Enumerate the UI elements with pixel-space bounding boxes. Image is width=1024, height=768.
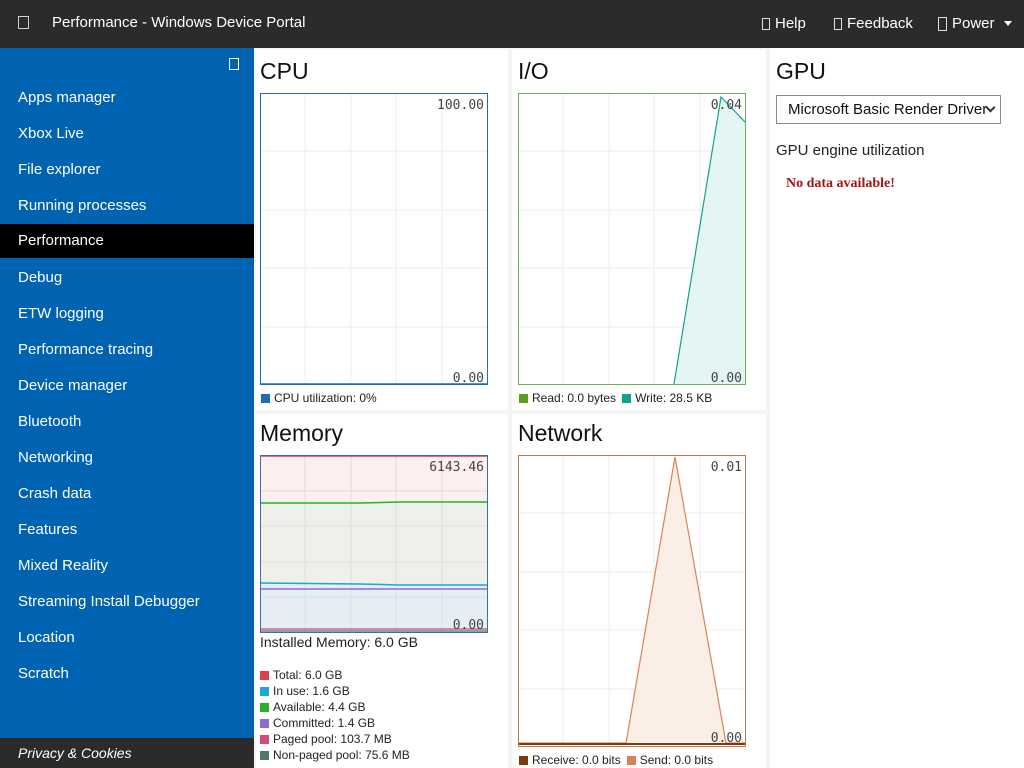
power-button[interactable]: Power <box>938 15 1012 32</box>
memory-min-label: 0.00 <box>453 618 484 633</box>
network-send-area <box>626 457 726 743</box>
io-write-area <box>674 97 746 384</box>
io-write-label: Write: 28.5 KB <box>635 391 713 405</box>
io-read-label: Read: 0.0 bytes <box>532 391 617 405</box>
network-title: Network <box>518 420 603 446</box>
memory-legend-total: Total: 6.0 GB <box>260 667 410 683</box>
memory-legend-available: Available: 4.4 GB <box>260 699 410 715</box>
gpu-adapter-select[interactable]: Microsoft Basic Render Driver <box>776 95 1001 124</box>
privacy-cookies-link[interactable]: Privacy & Cookies <box>0 738 254 768</box>
cpu-legend-label: CPU utilization: 0% <box>274 391 377 405</box>
memory-paged-pool-swatch <box>260 734 269 744</box>
help-icon <box>762 17 770 30</box>
sidebar-item-bluetooth[interactable]: Bluetooth <box>0 405 254 439</box>
collapse-sidebar-icon[interactable] <box>229 58 239 70</box>
memory-committed-label: Committed: 1.4 GB <box>273 716 376 730</box>
feedback-label: Feedback <box>847 15 913 32</box>
cpu-chart: 100.00 0.00 <box>260 93 488 385</box>
network-max-label: 0.01 <box>711 460 742 475</box>
sidebar-item-performance-tracing[interactable]: Performance tracing <box>0 333 254 367</box>
gpu-title: GPU <box>776 58 826 84</box>
io-write-swatch <box>622 393 632 403</box>
memory-committed-swatch <box>260 718 269 728</box>
gpu-engine-utilization-label: GPU engine utilization <box>776 142 925 159</box>
top-bar: Performance - Windows Device Portal Help… <box>0 0 1024 48</box>
network-receive-label: Receive: 0.0 bits <box>532 753 621 767</box>
sidebar: Apps manager Xbox Live File explorer Run… <box>0 48 254 768</box>
sidebar-item-file-explorer[interactable]: File explorer <box>0 153 254 187</box>
memory-available-swatch <box>260 702 269 712</box>
network-send-label: Send: 0.0 bits <box>639 753 714 767</box>
help-label: Help <box>775 15 806 32</box>
memory-total-swatch <box>260 670 269 680</box>
memory-nonpaged-pool-swatch <box>260 750 269 760</box>
sidebar-item-performance[interactable]: Performance <box>0 224 254 258</box>
sidebar-item-device-manager[interactable]: Device manager <box>0 369 254 403</box>
io-legend: Read: 0.0 bytes Write: 28.5 KB <box>519 391 712 405</box>
installed-memory-label: Installed Memory: 6.0 GB <box>260 634 418 650</box>
memory-inuse-swatch <box>260 686 269 696</box>
io-read-swatch <box>519 393 528 403</box>
network-min-label: 0.00 <box>711 731 742 746</box>
sidebar-item-crash-data[interactable]: Crash data <box>0 477 254 511</box>
power-icon <box>938 16 947 31</box>
memory-nonpaged-pool-label: Non-paged pool: 75.6 MB <box>273 748 410 762</box>
hamburger-menu-icon[interactable] <box>18 16 29 29</box>
chevron-down-icon <box>1003 21 1012 26</box>
sidebar-item-location[interactable]: Location <box>0 621 254 655</box>
sidebar-item-streaming-install-debugger[interactable]: Streaming Install Debugger <box>0 585 254 619</box>
memory-paged-pool-label: Paged pool: 103.7 MB <box>273 732 392 746</box>
feedback-button[interactable]: Feedback <box>834 15 913 32</box>
sidebar-item-apps-manager[interactable]: Apps manager <box>0 81 254 115</box>
gpu-adapter-selected-value: Microsoft Basic Render Driver <box>788 101 988 118</box>
memory-chart: 6143.46 0.00 <box>260 455 488 633</box>
help-button[interactable]: Help <box>762 15 806 32</box>
memory-available-label: Available: 4.4 GB <box>273 700 366 714</box>
network-legend: Receive: 0.0 bits Send: 0.0 bits <box>519 753 713 767</box>
sidebar-item-scratch[interactable]: Scratch <box>0 657 254 691</box>
sidebar-item-networking[interactable]: Networking <box>0 441 254 475</box>
cpu-chart-border <box>260 93 488 385</box>
network-send-swatch <box>626 755 636 765</box>
memory-inuse-label: In use: 1.6 GB <box>273 684 350 698</box>
memory-max-label: 6143.46 <box>429 460 484 475</box>
memory-title: Memory <box>260 420 344 446</box>
cpu-chart-svg: 100.00 0.00 <box>260 93 488 385</box>
io-chart: 0.04 0.00 <box>518 93 746 385</box>
io-chart-svg: 0.04 0.00 <box>518 93 746 385</box>
network-receive-swatch <box>519 755 528 765</box>
sidebar-item-debug[interactable]: Debug <box>0 261 254 295</box>
sidebar-item-xbox-live[interactable]: Xbox Live <box>0 117 254 151</box>
network-chart: 0.01 0.00 <box>518 455 746 747</box>
cpu-legend-swatch <box>261 393 270 403</box>
gpu-no-data-message: No data available! <box>786 176 895 191</box>
memory-chart-svg: 6143.46 0.00 <box>260 455 488 633</box>
network-chart-svg: 0.01 0.00 <box>518 455 746 747</box>
sidebar-item-etw-logging[interactable]: ETW logging <box>0 297 254 331</box>
memory-legend-inuse: In use: 1.6 GB <box>260 683 410 699</box>
feedback-icon <box>834 17 842 30</box>
cpu-min-label: 0.00 <box>453 371 484 385</box>
power-label: Power <box>952 15 995 32</box>
io-min-label: 0.00 <box>711 371 742 385</box>
io-title: I/O <box>518 58 549 84</box>
cpu-title: CPU <box>260 58 309 84</box>
memory-legend: Total: 6.0 GB In use: 1.6 GB Available: … <box>260 667 410 763</box>
memory-legend-paged-pool: Paged pool: 103.7 MB <box>260 731 410 747</box>
window-title: Performance - Windows Device Portal <box>52 14 306 31</box>
cpu-max-label: 100.00 <box>437 98 484 113</box>
cpu-legend: CPU utilization: 0% <box>261 391 377 405</box>
cpu-grid <box>260 93 488 385</box>
sidebar-item-features[interactable]: Features <box>0 513 254 547</box>
io-max-label: 0.04 <box>711 98 742 113</box>
memory-total-label: Total: 6.0 GB <box>273 668 343 682</box>
memory-legend-committed: Committed: 1.4 GB <box>260 715 410 731</box>
sidebar-item-mixed-reality[interactable]: Mixed Reality <box>0 549 254 583</box>
memory-legend-nonpaged-pool: Non-paged pool: 75.6 MB <box>260 747 410 763</box>
sidebar-item-running-processes[interactable]: Running processes <box>0 189 254 223</box>
